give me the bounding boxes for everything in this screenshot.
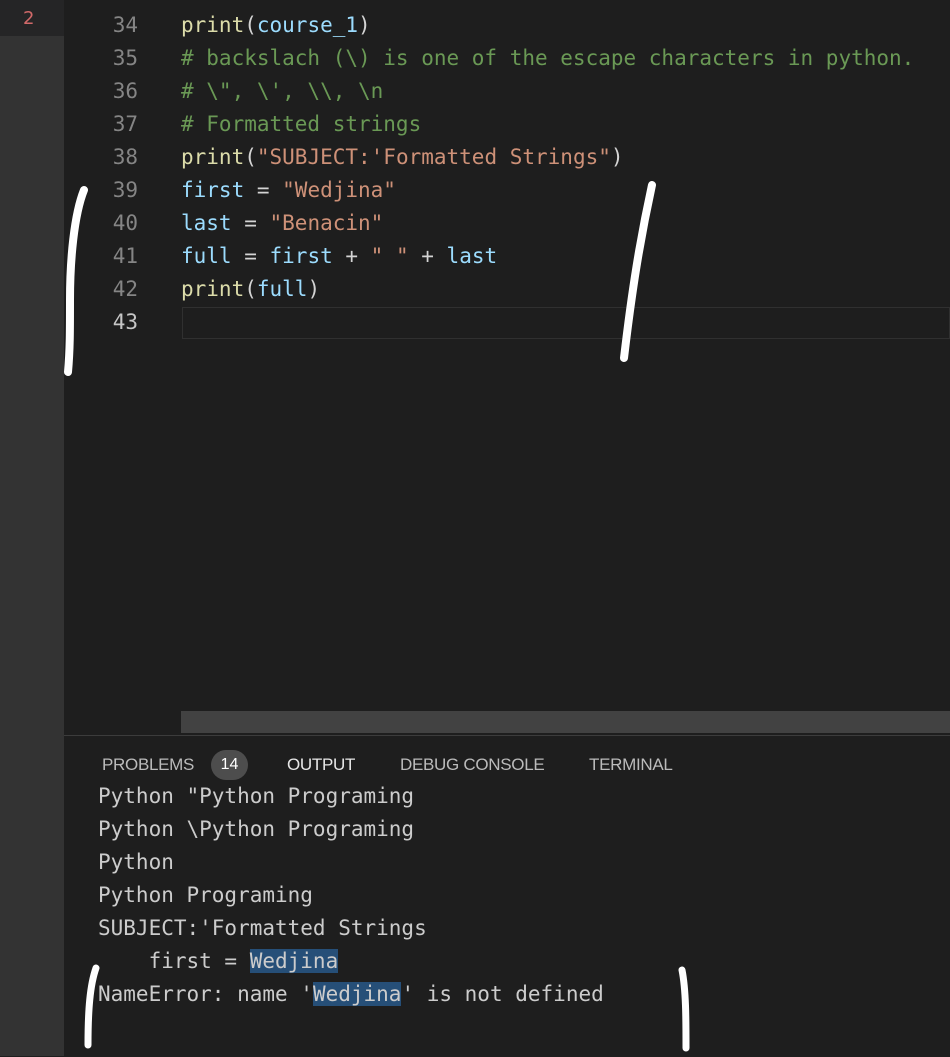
right-bracket-mark-editor — [620, 181, 656, 362]
handwritten-annotations — [64, 181, 690, 1052]
left-bracket-mark-editor — [64, 186, 88, 376]
left-bracket-mark-output — [84, 964, 100, 1049]
right-bracket-mark-output — [678, 966, 690, 1052]
